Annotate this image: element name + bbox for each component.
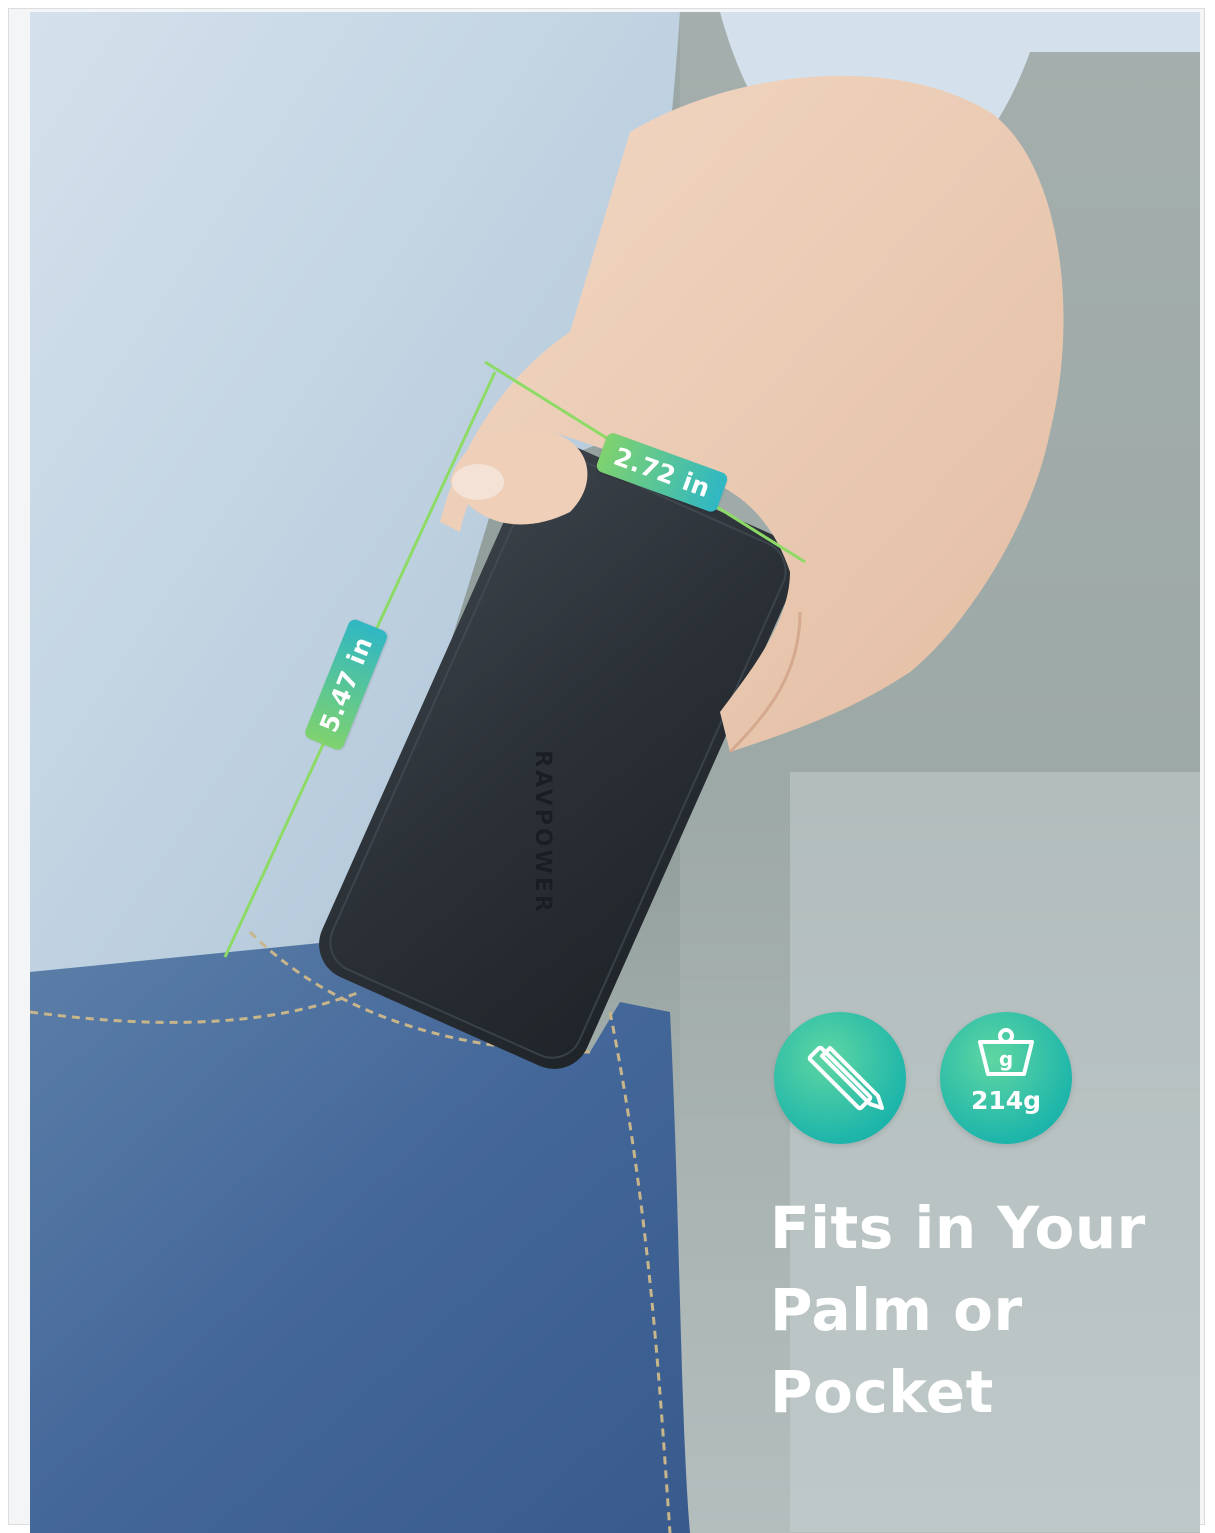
- headline: Fits in Your Palm or Pocket: [770, 1187, 1146, 1433]
- size-badge: [774, 1012, 906, 1144]
- weight-unit-glyph: g: [999, 1047, 1013, 1071]
- product-photo: 2.72 in 5.47 in RAVPOWER g 214g Fits in …: [30, 12, 1200, 1533]
- headline-line-1: Fits in Your: [770, 1194, 1146, 1262]
- weight-icon: g: [978, 1028, 1034, 1076]
- pencil-ruler-icon: [807, 1045, 884, 1111]
- weight-value: 214g: [970, 1086, 1042, 1115]
- brand-logo-text: RAVPOWER: [529, 750, 555, 915]
- headline-line-3: Pocket: [770, 1358, 994, 1426]
- weight-badge: g 214g: [940, 1012, 1072, 1144]
- headline-line-2: Palm or: [770, 1276, 1023, 1344]
